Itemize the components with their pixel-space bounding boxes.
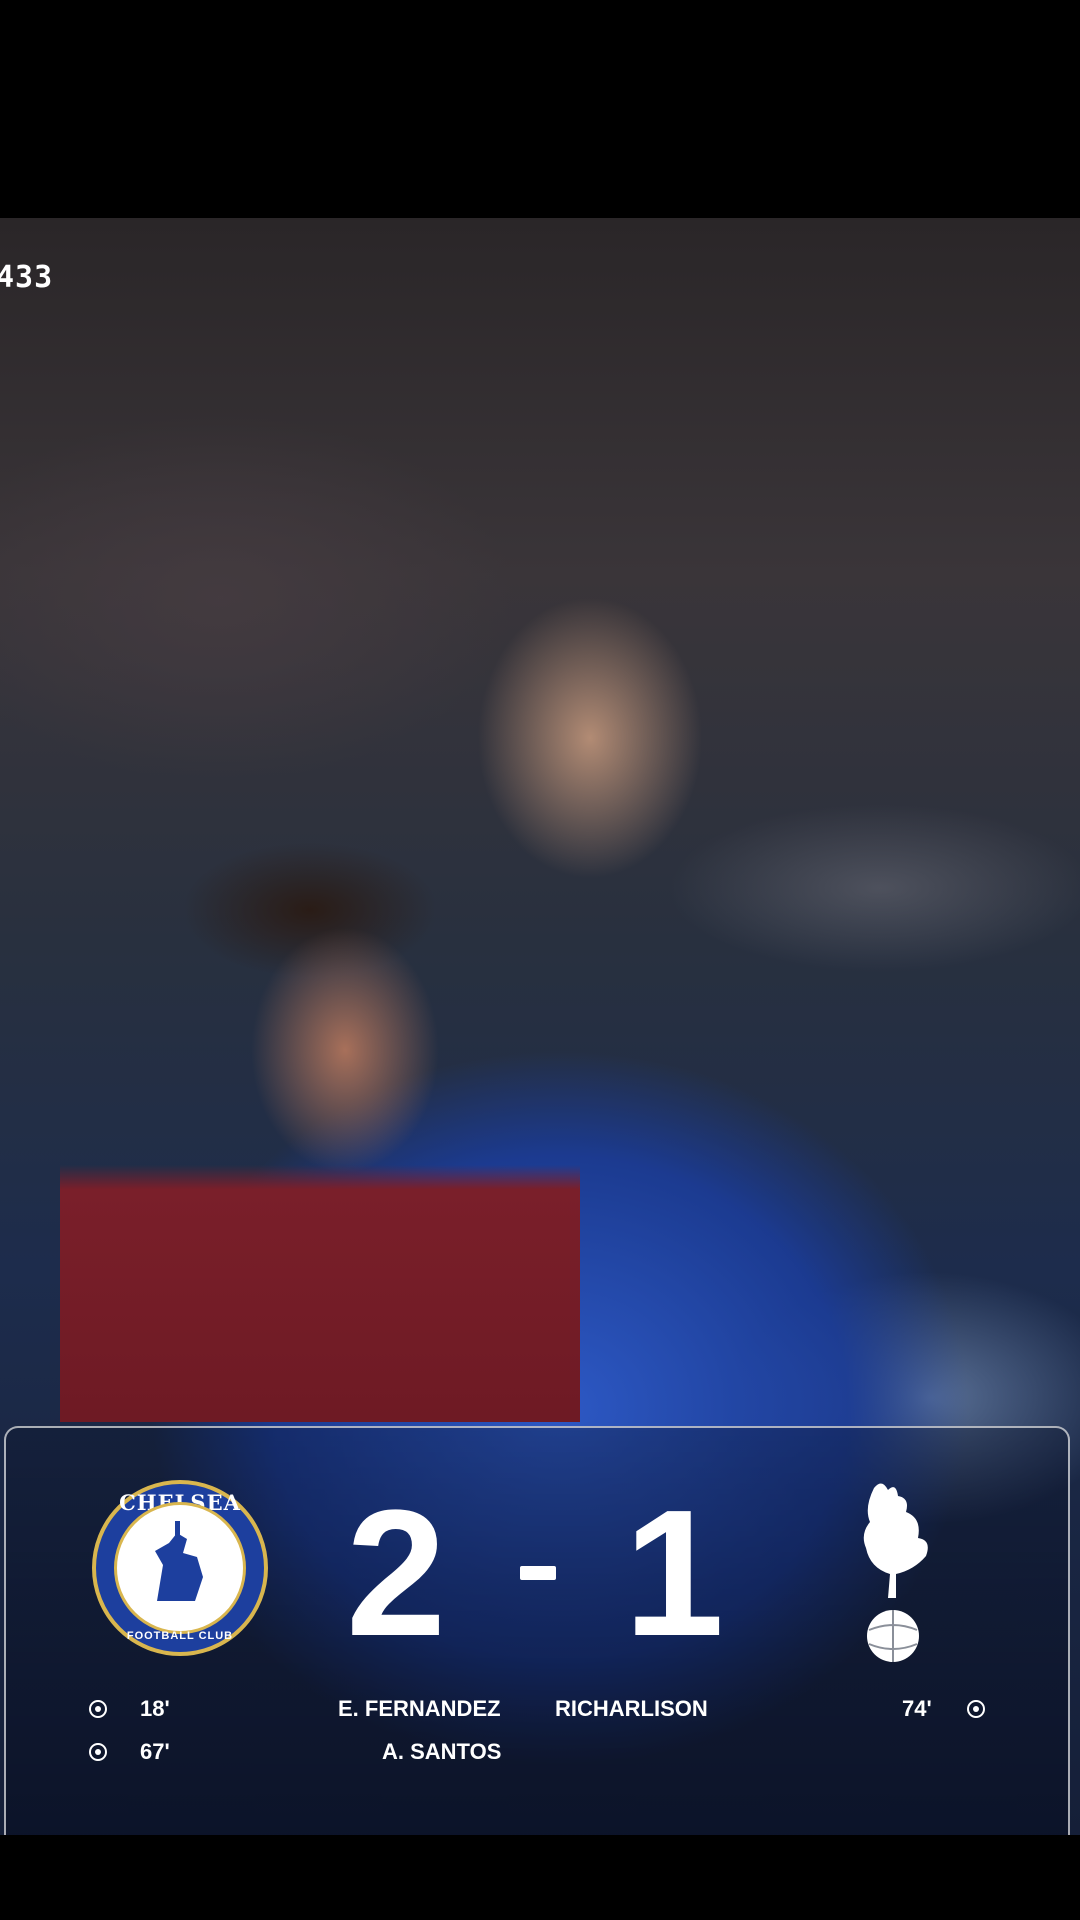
goal-ball-icon bbox=[967, 1700, 985, 1718]
bottom-letterbox bbox=[0, 1835, 1080, 1920]
chelsea-crest-icon: CHELSEA FOOTBALL CLUB bbox=[92, 1480, 268, 1656]
away-goal-minute: 74' bbox=[902, 1696, 932, 1721]
top-letterbox bbox=[0, 0, 1080, 218]
home-score: 2 bbox=[346, 1473, 447, 1674]
away-goal-scorer: RICHARLISON bbox=[555, 1696, 708, 1721]
lion-icon bbox=[155, 1521, 203, 1601]
publisher-logo: 433 bbox=[0, 260, 54, 295]
goal-ball-icon bbox=[89, 1743, 107, 1761]
home-goal-scorer: E. FERNANDEZ bbox=[338, 1696, 501, 1721]
away-score: 1 bbox=[624, 1473, 725, 1674]
crest-lion-field bbox=[114, 1502, 246, 1634]
reaction-camera-inset bbox=[60, 810, 580, 1422]
score-separator bbox=[520, 1566, 556, 1580]
home-goal-minute: 18' bbox=[140, 1696, 170, 1721]
goal-ball-icon bbox=[89, 1700, 107, 1718]
home-goal-scorer: A. SANTOS bbox=[382, 1739, 502, 1764]
crest-bottom-text: FOOTBALL CLUB bbox=[126, 1630, 234, 1642]
tottenham-cockerel-icon bbox=[863, 1483, 928, 1662]
home-goal-minute: 67' bbox=[140, 1739, 170, 1764]
